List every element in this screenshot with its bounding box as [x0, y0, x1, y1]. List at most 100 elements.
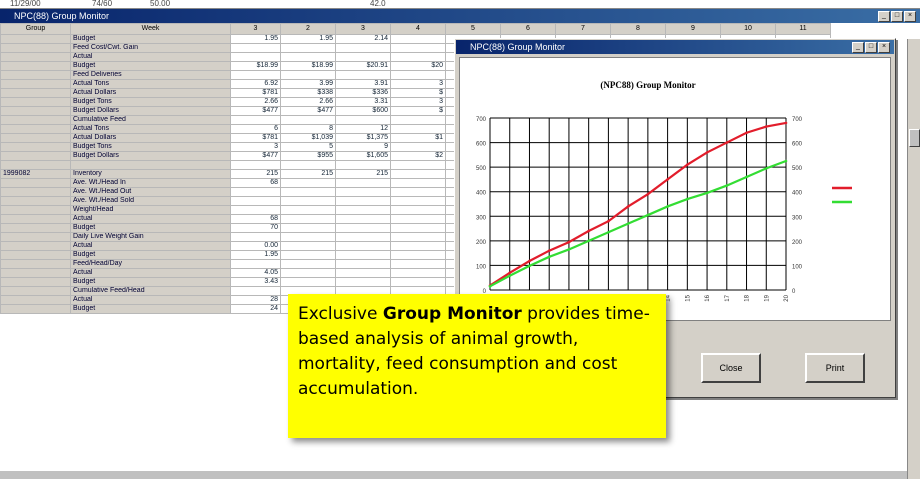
row-label-cell[interactable]: Actual [70, 214, 231, 224]
value-cell[interactable]: 3 [230, 142, 281, 152]
row-label-cell[interactable]: Actual [70, 241, 231, 251]
value-cell[interactable]: 2.14 [335, 34, 391, 44]
value-cell[interactable] [280, 205, 336, 215]
value-cell[interactable]: $ [390, 106, 446, 116]
group-cell[interactable] [0, 241, 71, 251]
value-cell[interactable] [390, 34, 446, 44]
value-cell[interactable] [280, 259, 336, 269]
scrollbar-thumb[interactable] [909, 129, 920, 147]
column-header[interactable]: 11 [775, 23, 831, 35]
group-cell[interactable] [0, 61, 71, 71]
group-cell[interactable] [0, 70, 71, 80]
value-cell[interactable] [335, 241, 391, 251]
value-cell[interactable]: 3.91 [335, 79, 391, 89]
value-cell[interactable] [230, 52, 281, 62]
row-label-cell[interactable]: Budget [70, 223, 231, 233]
value-cell[interactable] [280, 70, 336, 80]
row-label-cell[interactable]: Actual [70, 52, 231, 62]
value-cell[interactable] [280, 160, 336, 170]
value-cell[interactable] [335, 205, 391, 215]
print-button[interactable]: Print [805, 353, 865, 383]
value-cell[interactable] [390, 124, 446, 134]
value-cell[interactable] [335, 70, 391, 80]
value-cell[interactable]: $477 [230, 106, 281, 116]
value-cell[interactable]: 215 [280, 169, 336, 179]
row-label-cell[interactable]: Budget [70, 250, 231, 260]
row-label-cell[interactable]: Actual Tons [70, 124, 231, 134]
value-cell[interactable]: 68 [230, 178, 281, 188]
row-label-cell[interactable]: Actual [70, 295, 231, 305]
value-cell[interactable] [390, 178, 446, 188]
value-cell[interactable]: 12 [335, 124, 391, 134]
value-cell[interactable] [390, 196, 446, 206]
row-label-cell[interactable]: Feed/Head/Day [70, 259, 231, 269]
value-cell[interactable] [280, 241, 336, 251]
vertical-scrollbar[interactable] [907, 39, 920, 479]
group-cell[interactable] [0, 295, 71, 305]
value-cell[interactable]: $1,605 [335, 151, 391, 161]
value-cell[interactable] [335, 196, 391, 206]
value-cell[interactable] [230, 187, 281, 197]
group-cell[interactable] [0, 151, 71, 161]
group-cell[interactable] [0, 232, 71, 242]
row-label-cell[interactable]: Budget Dollars [70, 106, 231, 116]
row-label-cell[interactable]: Actual [70, 268, 231, 278]
row-label-cell[interactable]: Actual Tons [70, 79, 231, 89]
value-cell[interactable] [390, 142, 446, 152]
column-header[interactable]: 7 [555, 23, 611, 35]
value-cell[interactable]: $477 [280, 106, 336, 116]
value-cell[interactable]: $20.91 [335, 61, 391, 71]
group-cell[interactable] [0, 223, 71, 233]
value-cell[interactable]: 70 [230, 223, 281, 233]
column-header[interactable]: 10 [720, 23, 776, 35]
value-cell[interactable]: 215 [230, 169, 281, 179]
group-cell[interactable] [0, 79, 71, 89]
value-cell[interactable] [390, 52, 446, 62]
value-cell[interactable] [390, 277, 446, 287]
value-cell[interactable] [390, 169, 446, 179]
group-cell[interactable] [0, 304, 71, 314]
value-cell[interactable]: 1.95 [230, 34, 281, 44]
group-cell[interactable] [0, 178, 71, 188]
value-cell[interactable] [230, 205, 281, 215]
dialog-close-icon[interactable]: × [878, 42, 890, 53]
column-header[interactable]: 3 [335, 23, 391, 35]
value-cell[interactable] [230, 232, 281, 242]
value-cell[interactable] [335, 223, 391, 233]
value-cell[interactable] [230, 43, 281, 53]
group-cell[interactable] [0, 133, 71, 143]
value-cell[interactable] [335, 250, 391, 260]
column-header[interactable]: Group [0, 23, 71, 35]
group-cell[interactable] [0, 52, 71, 62]
value-cell[interactable] [390, 214, 446, 224]
value-cell[interactable] [280, 52, 336, 62]
group-cell[interactable] [0, 34, 71, 44]
value-cell[interactable]: $20 [390, 61, 446, 71]
group-cell[interactable] [0, 277, 71, 287]
value-cell[interactable] [280, 178, 336, 188]
row-label-cell[interactable]: Budget Dollars [70, 151, 231, 161]
row-label-cell[interactable]: Cumulative Feed/Head [70, 286, 231, 296]
value-cell[interactable] [390, 70, 446, 80]
value-cell[interactable] [280, 223, 336, 233]
value-cell[interactable]: 3 [390, 97, 446, 107]
value-cell[interactable] [390, 241, 446, 251]
value-cell[interactable]: 24 [230, 304, 281, 314]
value-cell[interactable] [335, 259, 391, 269]
value-cell[interactable] [390, 43, 446, 53]
row-label-cell[interactable]: Budget Tons [70, 142, 231, 152]
value-cell[interactable]: 215 [335, 169, 391, 179]
group-cell[interactable] [0, 88, 71, 98]
value-cell[interactable]: 6 [230, 124, 281, 134]
value-cell[interactable] [335, 160, 391, 170]
row-label-cell[interactable]: Budget [70, 61, 231, 71]
value-cell[interactable]: $781 [230, 88, 281, 98]
row-label-cell[interactable]: Actual Dollars [70, 88, 231, 98]
row-label-cell[interactable]: Ave. Wt./Head In [70, 178, 231, 188]
value-cell[interactable]: $955 [280, 151, 336, 161]
value-cell[interactable]: 3.31 [335, 97, 391, 107]
dialog-maximize-icon[interactable]: □ [865, 42, 877, 53]
value-cell[interactable] [230, 286, 281, 296]
column-header[interactable]: 8 [610, 23, 666, 35]
value-cell[interactable]: 6.92 [230, 79, 281, 89]
